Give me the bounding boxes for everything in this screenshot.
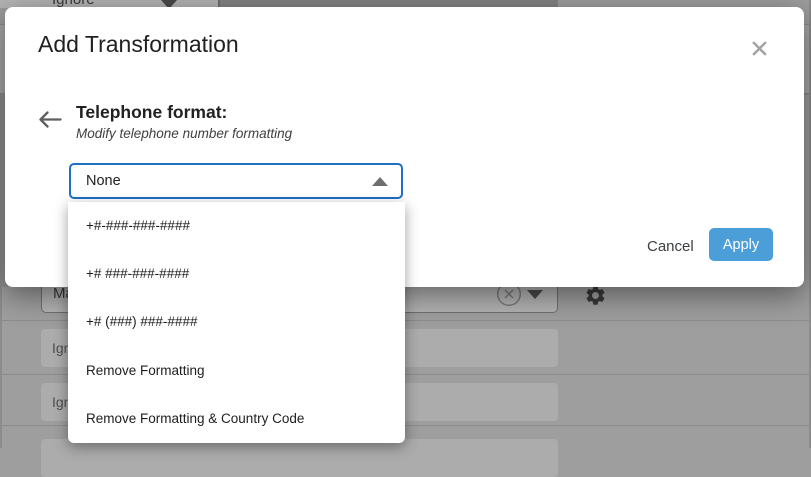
format-option[interactable]: +#-###-###-####: [68, 202, 405, 250]
format-option[interactable]: Remove Formatting: [68, 347, 405, 395]
format-options-listbox: +#-###-###-#### +# ###-###-#### +# (###)…: [68, 202, 405, 443]
back-arrow-icon[interactable]: [33, 107, 65, 131]
format-option[interactable]: +# (###) ###-####: [68, 298, 405, 346]
page: { "modal": { "title": "Add Transformatio…: [0, 0, 811, 477]
transformation-name: Telephone format:: [76, 102, 228, 122]
apply-button[interactable]: Apply: [709, 228, 773, 261]
close-icon[interactable]: [743, 32, 775, 64]
transformation-description: Modify telephone number formatting: [76, 126, 293, 141]
dialog-title: Add Transformation: [38, 31, 239, 57]
bg-row-select[interactable]: [41, 439, 558, 477]
chevron-down-icon[interactable]: [527, 290, 543, 299]
format-option[interactable]: Remove Formatting & Country Code: [68, 395, 405, 443]
chevron-up-icon: [372, 177, 388, 186]
format-option[interactable]: +# ###-###-####: [68, 250, 405, 298]
bg-table-border-right: [809, 0, 811, 448]
gear-icon[interactable]: [584, 284, 607, 307]
cancel-button[interactable]: Cancel: [635, 231, 706, 262]
selected-format-value: None: [86, 173, 121, 189]
telephone-format-select[interactable]: None: [69, 163, 403, 199]
